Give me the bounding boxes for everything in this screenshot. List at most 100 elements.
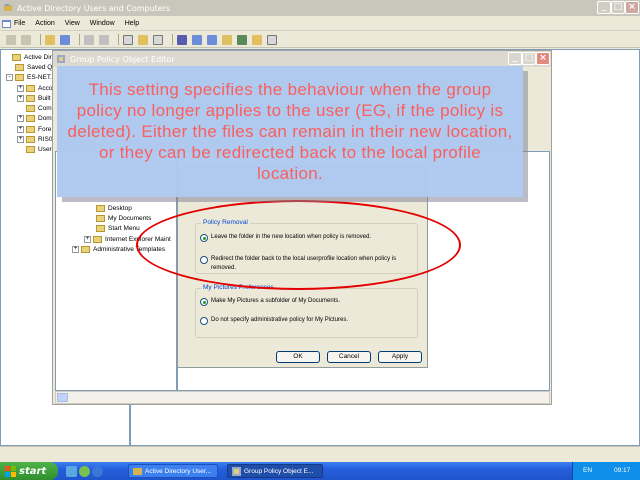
ad-window-title: Active Directory Users and Computers [17, 3, 171, 13]
menu-window[interactable]: Window [90, 20, 115, 27]
show-desktop-icon[interactable] [66, 466, 77, 477]
new-user-icon[interactable] [192, 34, 202, 45]
gpo-tree-item[interactable]: Desktop [56, 203, 176, 213]
gpo-close-button[interactable]: × [536, 52, 550, 65]
apply-button[interactable]: Apply [378, 351, 422, 363]
folder-icon [81, 245, 90, 253]
tree-expander[interactable]: + [17, 84, 24, 92]
refresh-icon[interactable] [138, 34, 148, 45]
show-tree-icon[interactable] [60, 34, 70, 45]
console-icon [2, 19, 11, 28]
ad-tree-item-label: Fore [38, 125, 52, 133]
tree-expander[interactable]: - [6, 74, 13, 82]
tree-expander[interactable]: + [72, 245, 79, 253]
toolbar-separator [172, 34, 173, 45]
tree-expander[interactable]: + [17, 136, 24, 144]
folder-icon [12, 53, 21, 61]
gpo-tree-item-label: Start Menu [108, 225, 140, 233]
folder-icon [26, 94, 35, 102]
maximize-button[interactable]: □ [611, 1, 625, 14]
filter-icon[interactable] [237, 34, 247, 45]
ad-status-bar [0, 446, 640, 462]
gpo-tree-item-label: My Documents [108, 214, 152, 222]
toolbar-separator [40, 34, 41, 45]
menu-help[interactable]: Help [125, 20, 139, 27]
scroll-left-arrow[interactable] [57, 393, 68, 402]
folder-icon [26, 146, 35, 154]
media-player-icon[interactable] [79, 466, 90, 477]
add-to-group-icon[interactable] [267, 34, 277, 45]
ad-tree-item-label: User [38, 146, 52, 154]
ad-tree-item-label: Dom [38, 115, 52, 123]
cancel-button[interactable]: Cancel [327, 351, 371, 363]
new-ou-icon[interactable] [222, 34, 232, 45]
ad-tree-item-label: Built [38, 94, 51, 102]
ad-tree-item-label: Saved Q [27, 63, 53, 71]
folder-icon [26, 115, 35, 123]
folder-icon [26, 105, 35, 113]
forward-icon[interactable] [21, 34, 31, 45]
menu-file[interactable]: File [2, 19, 25, 28]
no-policy-option[interactable]: Do not specify administrative policy for… [200, 316, 412, 325]
tree-expander[interactable]: + [17, 94, 24, 102]
ad-task-icon [133, 467, 142, 475]
ad-titlebar[interactable]: Active Directory Users and Computers _ □… [0, 0, 640, 16]
back-icon[interactable] [6, 34, 16, 45]
mypictures-subfolder-option[interactable]: Make My Pictures a subfolder of My Docum… [200, 297, 412, 306]
folder-icon [15, 74, 24, 82]
no-policy-label: Do not specify administrative policy for… [211, 317, 349, 323]
help-icon[interactable] [177, 34, 187, 45]
folder-icon [96, 204, 105, 212]
internet-explorer-icon[interactable] [92, 466, 103, 477]
up-folder-icon[interactable] [45, 34, 55, 45]
tree-expander[interactable]: + [17, 125, 24, 133]
gpo-task-icon [232, 466, 241, 476]
ad-toolbar [0, 32, 640, 48]
mypictures-subfolder-radio[interactable] [200, 298, 208, 306]
highlight-ellipse [136, 200, 461, 290]
tree-expander[interactable]: + [84, 235, 91, 243]
start-label: start [19, 465, 47, 477]
gpo-horizontal-scrollbar[interactable] [55, 391, 550, 404]
folder-icon [26, 84, 35, 92]
cut-icon[interactable] [84, 34, 94, 45]
delete-icon[interactable] [99, 34, 109, 45]
tree-expander[interactable]: + [17, 115, 24, 123]
language-indicator[interactable]: EN [583, 467, 592, 474]
gpo-minimize-button[interactable]: _ [508, 52, 522, 65]
my-pictures-group: My Pictures Preferences Make My Pictures… [195, 284, 418, 338]
windows-logo-icon [5, 465, 16, 477]
close-button[interactable]: × [625, 1, 639, 14]
ad-tree-item-label: Acco [38, 84, 53, 92]
taskbar: start Active Directory User... Group Pol… [0, 462, 640, 480]
toolbar-separator [79, 34, 80, 45]
minimize-button[interactable]: _ [597, 1, 611, 14]
callout-text: This setting specifies the behaviour whe… [67, 80, 513, 183]
folder-icon [96, 225, 105, 233]
new-group-icon[interactable] [207, 34, 217, 45]
system-tray: EN 09:17 [572, 462, 640, 480]
gpo-maximize-button[interactable]: □ [522, 52, 536, 65]
gpo-window-title: Group Policy Object Editor [70, 54, 175, 64]
tutorial-callout: This setting specifies the behaviour whe… [57, 66, 523, 197]
mypictures-subfolder-label: Make My Pictures a subfolder of My Docum… [211, 298, 341, 304]
ok-button[interactable]: OK [276, 351, 320, 363]
clock[interactable]: 09:17 [614, 467, 630, 474]
folder-icon [26, 136, 35, 144]
menu-view[interactable]: View [65, 20, 80, 27]
start-button[interactable]: start [0, 462, 58, 480]
menu-action[interactable]: Action [35, 20, 54, 27]
task-active-directory[interactable]: Active Directory User... [128, 464, 218, 478]
gpo-tree-item-label: Desktop [108, 204, 132, 212]
task-group-policy[interactable]: Group Policy Object E... [227, 464, 323, 478]
folder-icon [93, 235, 102, 243]
ad-tree-item-label: RIS0 [38, 136, 53, 144]
no-policy-radio[interactable] [200, 317, 208, 325]
folder-icon [96, 214, 105, 222]
gpo-titlebar[interactable]: Group Policy Object Editor _ □ × [53, 51, 551, 67]
properties-icon[interactable] [123, 34, 133, 45]
find-icon[interactable] [252, 34, 262, 45]
folder-icon [15, 63, 24, 71]
export-list-icon[interactable] [153, 34, 163, 45]
gpo-app-icon [57, 55, 65, 63]
